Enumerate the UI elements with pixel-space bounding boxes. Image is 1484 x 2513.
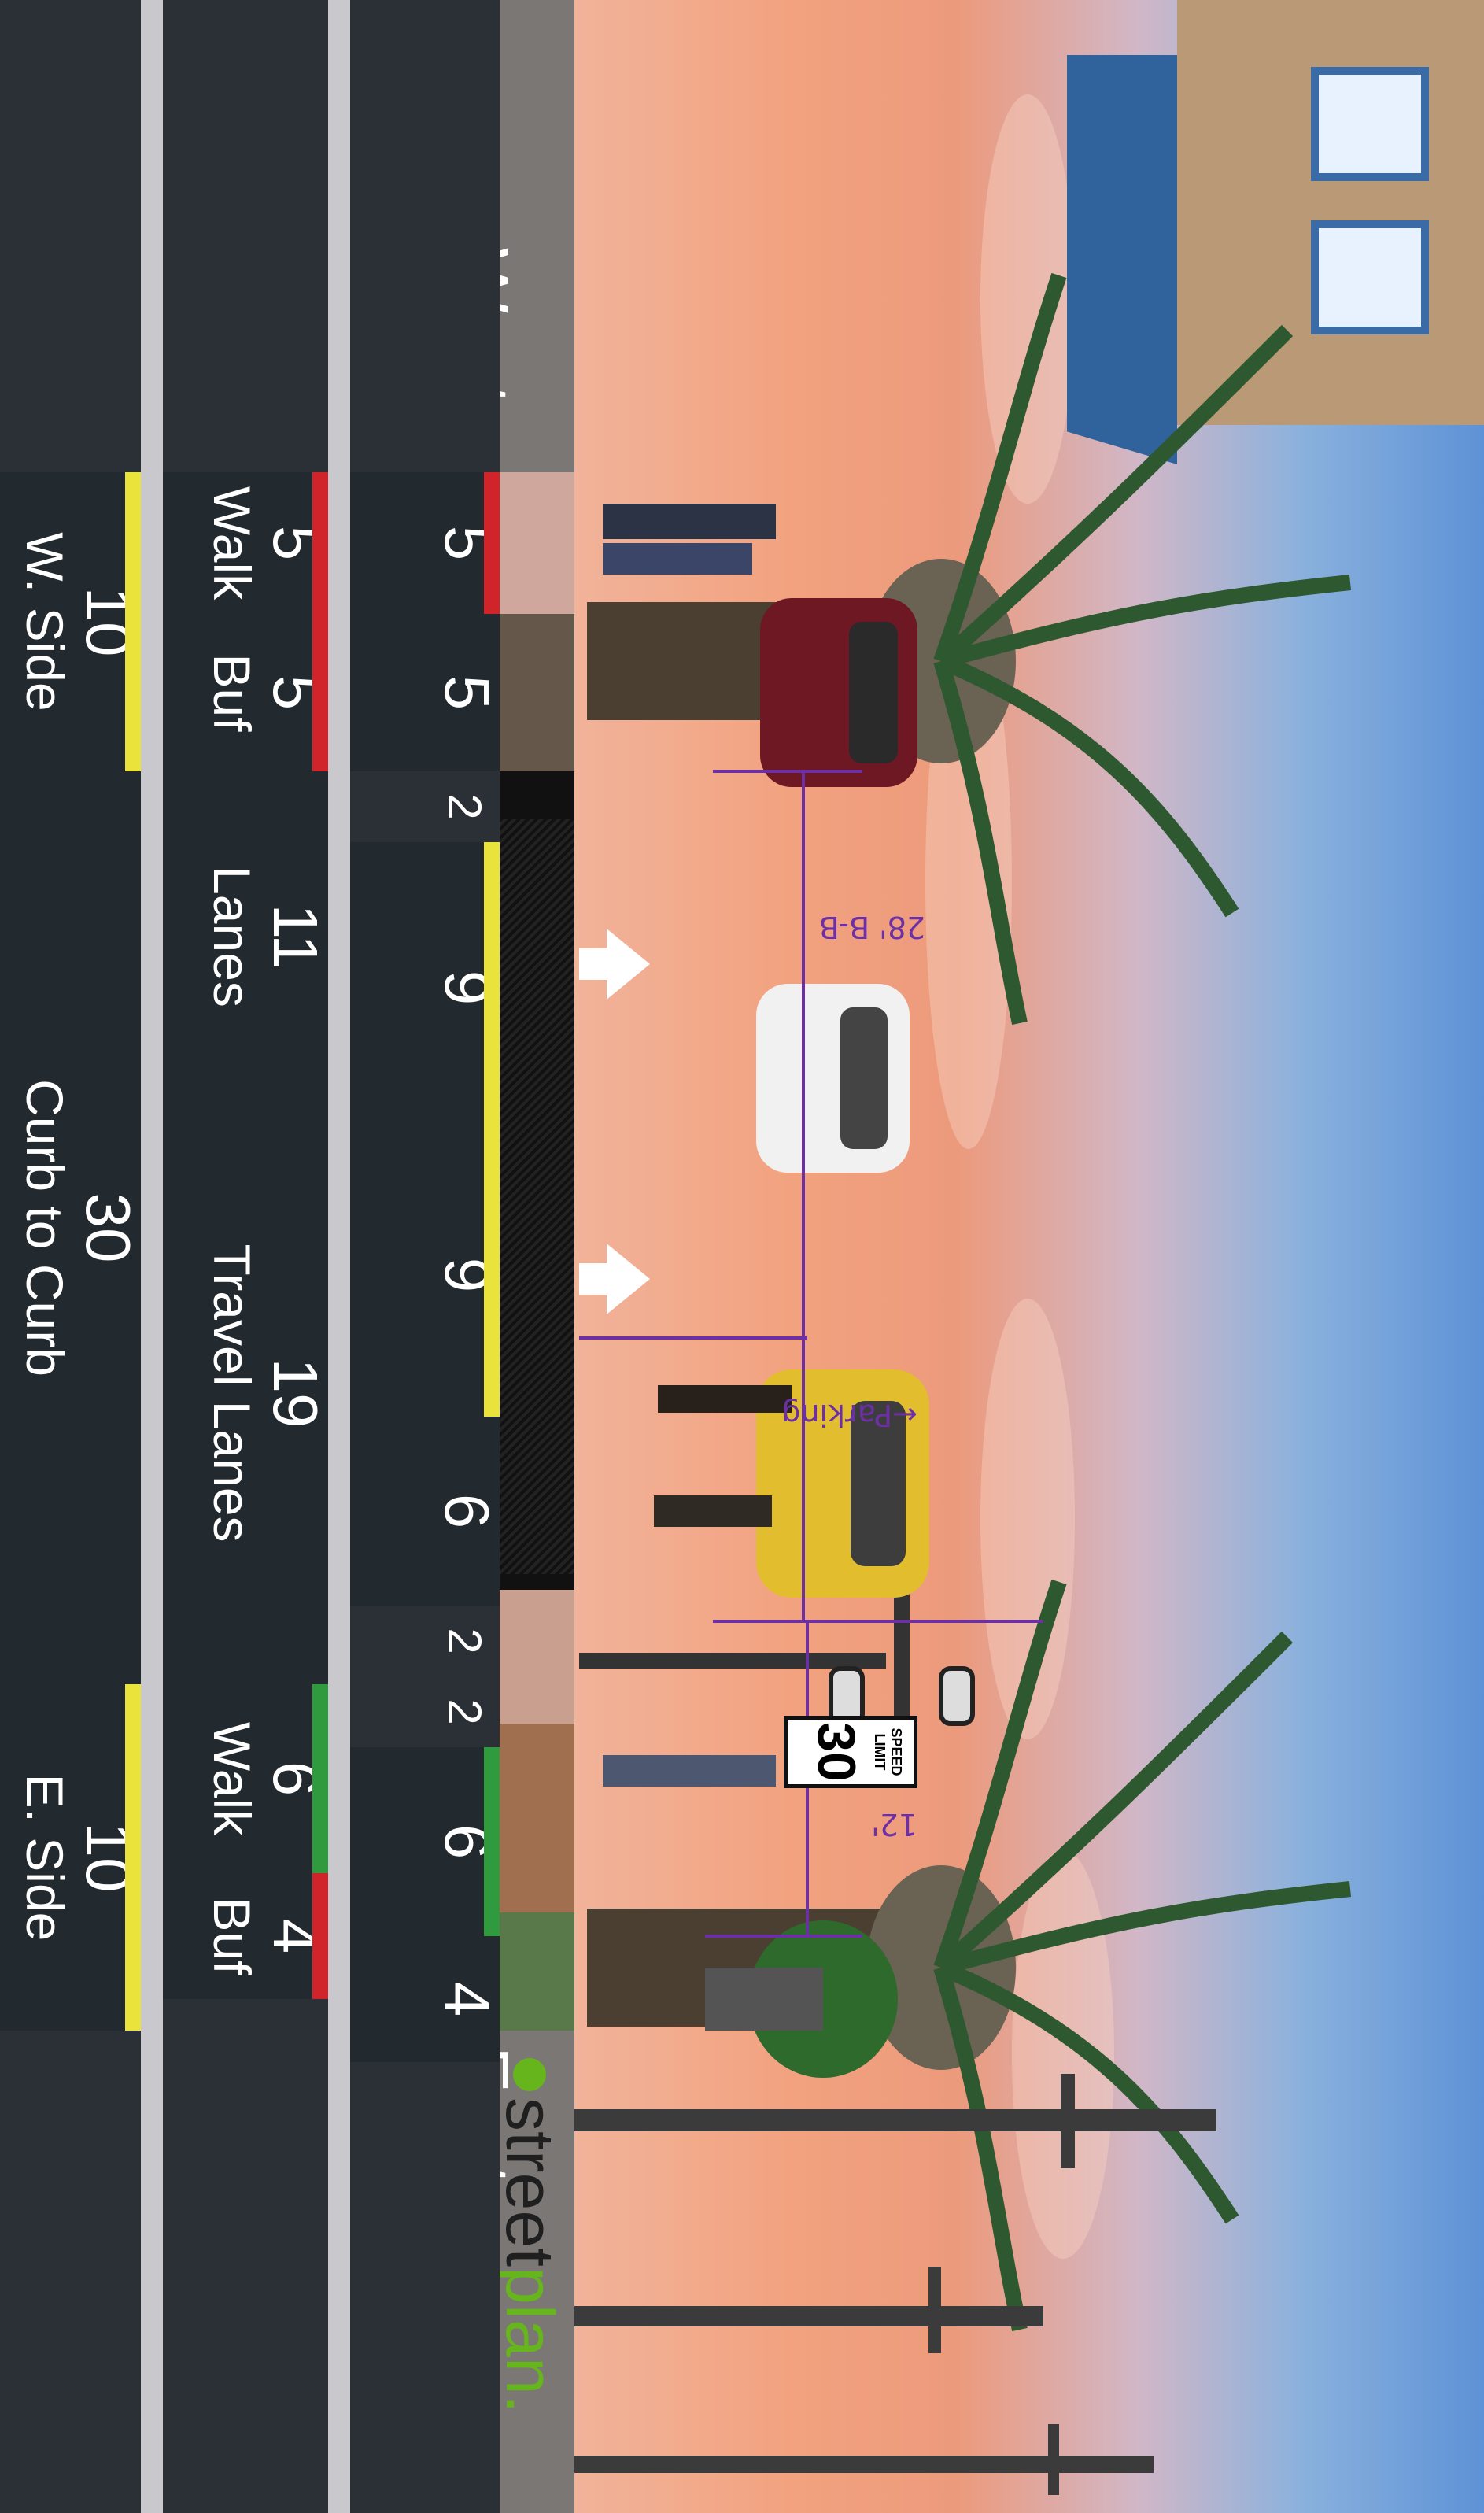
row1-cell-7: 4 [350,1936,500,2062]
separator-strip-2 [141,0,163,2513]
row2-bar [312,614,328,771]
ground-segment [500,1724,574,1912]
speed-limit-line1: SPEED [888,1728,904,1776]
row2-label: Buf [203,653,261,732]
row3-cell-curb-to-curb: 30 Curb to Curb [0,771,141,1684]
row1-cell-1: 5 [350,472,500,614]
ground-segment [500,1912,574,2031]
row2-bar [312,1684,328,1873]
row2-cell-travel-lanes: 19 Travel Lanes [163,1102,328,1684]
logo-text-dot: . [492,2394,568,2414]
road-surface [500,819,574,1574]
row1-bar [484,842,500,1133]
row3-label: E. Side [16,1773,74,1942]
row1-value: 6 [432,1493,500,1529]
logo-text-plan: plan [492,2267,568,2395]
lane-arrows [579,929,650,1314]
row1-bar [484,472,500,614]
power-poles [574,2074,1216,2495]
palm-tree-left [587,272,1352,1026]
ground-segment [500,1590,574,1724]
row1-cell-2: 5 [350,614,500,771]
dimension-row-3: 10 W. Side 30 Curb to Curb 10 E. Side [0,0,141,2513]
row1-value: 4 [432,1981,500,2017]
row3-cell-east-side: 10 E. Side [0,1684,141,2031]
row2-bar [312,1873,328,1999]
street-scene: SPEED LIMIT 30 28' B-B ←Parking 12' [574,0,1484,2513]
annotation-width-bb: 28' B-B [818,910,925,944]
row2-cell-walk-west: 5 Walk [163,472,328,614]
car-red [760,598,917,787]
row2-label: Walk [203,1721,261,1836]
scene-art [574,272,1352,2495]
row2-cell-buf-east: 4 Buf [163,1873,328,1999]
row2-value: 19 [260,1358,328,1428]
row2-bar [312,472,328,614]
logo-leaf-icon [513,2058,546,2091]
dimension-row-1: 5 5 2 9 9 6 2 2 6 4 [334,0,500,2513]
row1-bar [484,1747,500,1936]
street-section-graphic: SPEED LIMIT 30 28' B-B ←Parking 12' West… [0,0,1484,2513]
speed-limit-value: 30 [807,1722,866,1782]
row2-cell-lanes: 11 Lanes [163,771,328,1102]
row1-value: 5 [432,674,500,711]
row3-label: Curb to Curb [16,1079,74,1377]
row2-cell-buf-west: 5 Buf [163,614,328,771]
row1-cell-5: 6 [350,1417,500,1606]
row2-label: Buf [203,1897,261,1975]
row1-small-value-middle: 2 [438,1628,491,1654]
rotated-canvas: SPEED LIMIT 30 28' B-B ←Parking 12' West… [0,0,1484,2513]
row2-label: Lanes [203,866,261,1007]
logo-text-street: street [492,2097,568,2267]
streetplans-logo: street plan . [493,2058,568,2467]
row2-cell-walk-east: 6 Walk [163,1684,328,1873]
row3-value: 30 [73,1192,141,1263]
car-white [756,984,910,1173]
row3-bar [125,1684,141,2031]
speed-limit-sign: SPEED LIMIT 30 [784,1716,917,1788]
speed-limit-line2: LIMIT [872,1733,888,1771]
row1-cell-6: 6 [350,1747,500,1936]
row2-label: Travel Lanes [203,1244,261,1543]
row2-value: 11 [260,904,328,970]
row3-bar [125,472,141,771]
row1-cell-3: 9 [350,842,500,1133]
ground-segment [500,472,574,614]
dimension-row-2: 5 Walk 5 Buf 11 Lanes 19 Travel Lanes 6 … [163,0,328,2513]
row1-small-value-right: 2 [438,1698,491,1725]
annotation-width-east: 12' [871,1807,917,1842]
ground-segment [500,614,574,771]
row1-cell-4: 9 [350,1133,500,1417]
annotation-parking: ←Parking [781,1398,917,1432]
separator-strip-1 [328,0,350,2513]
row1-small-value-left: 2 [438,793,491,820]
row3-label: W. Side [16,532,74,711]
row3-cell-west-side: 10 W. Side [0,472,141,771]
row1-bar [484,1133,500,1417]
row2-label: Walk [203,486,261,601]
